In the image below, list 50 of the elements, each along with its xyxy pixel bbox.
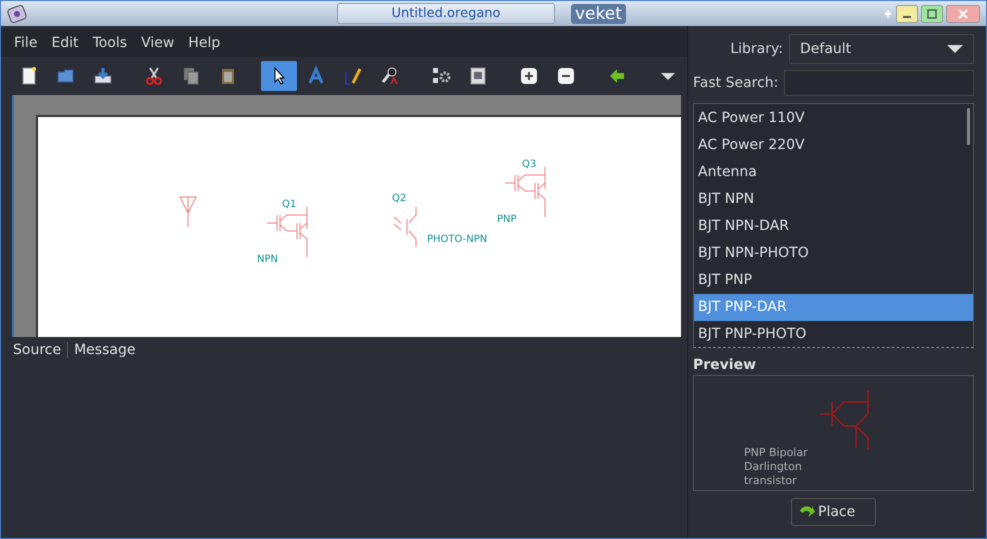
tool-pointer-button[interactable] bbox=[261, 61, 297, 91]
menu-item[interactable]: View bbox=[141, 35, 174, 51]
copy-icon bbox=[181, 66, 201, 86]
part-list-item[interactable]: BJT NPN-DAR bbox=[694, 213, 973, 240]
part-list-item[interactable]: AC Power 220V bbox=[694, 132, 973, 159]
part-list-item[interactable]: BJT NPN-PHOTO bbox=[694, 240, 973, 267]
column-header[interactable]: Source bbox=[7, 342, 68, 358]
download-tray-icon bbox=[93, 66, 113, 86]
minimize-icon[interactable] bbox=[896, 4, 918, 22]
column-header[interactable]: Message bbox=[68, 342, 142, 358]
zoom-out-icon bbox=[556, 66, 576, 86]
host-name: veket bbox=[571, 4, 626, 24]
scissors-icon bbox=[144, 66, 164, 86]
search-label: Fast Search: bbox=[693, 75, 778, 91]
zoom-in-icon bbox=[519, 66, 539, 86]
place-button[interactable]: Place bbox=[791, 498, 876, 526]
part-reference: Q3 bbox=[522, 159, 536, 170]
caret-icon bbox=[945, 43, 965, 55]
part-reference: Q1 bbox=[282, 199, 296, 210]
library-label: Library: bbox=[729, 41, 783, 57]
pencil-icon bbox=[343, 66, 363, 86]
app-icon[interactable] bbox=[7, 4, 27, 24]
part-description: PNP Bipolar Darlington transistor bbox=[744, 446, 809, 488]
preview-heading: Preview bbox=[693, 357, 758, 373]
part-list-item[interactable]: BJT PNP-PHOTO bbox=[694, 321, 973, 347]
probe-icon bbox=[380, 66, 400, 86]
window-title: Untitled.oregano bbox=[337, 3, 555, 24]
part-list-item[interactable]: Antenna bbox=[694, 159, 973, 186]
phototransistor-symbol[interactable] bbox=[393, 207, 419, 247]
close-icon[interactable] bbox=[946, 4, 980, 22]
menu-item[interactable]: Help bbox=[188, 35, 220, 51]
part-list-item[interactable]: AC Power 110V bbox=[694, 105, 973, 132]
document-icon bbox=[468, 66, 488, 86]
part-list-item[interactable]: BJT NPN bbox=[694, 186, 973, 213]
search-field[interactable] bbox=[784, 70, 974, 96]
maximize-icon[interactable] bbox=[921, 4, 943, 22]
schematic-sheet[interactable]: Q1 NPN Q2 PHOTO-NPN Q3 PNP bbox=[36, 115, 681, 337]
part-list-item[interactable]: BJT PNP bbox=[694, 267, 973, 294]
library-dropdown[interactable]: Default bbox=[789, 34, 974, 64]
menu-item[interactable]: File bbox=[14, 35, 38, 51]
part-value: PNP bbox=[497, 214, 517, 225]
menu-item[interactable]: Tools bbox=[92, 35, 128, 51]
part-value: PHOTO-NPN bbox=[427, 234, 488, 245]
scrollbar-thumb[interactable] bbox=[967, 108, 970, 145]
darlington-transistor-symbol bbox=[820, 390, 870, 450]
antenna-symbol[interactable] bbox=[179, 196, 197, 227]
menu-item[interactable]: Edit bbox=[51, 35, 79, 51]
part-reference: Q2 bbox=[392, 193, 406, 204]
part-value: NPN bbox=[257, 254, 278, 265]
letter-icon bbox=[306, 66, 326, 86]
